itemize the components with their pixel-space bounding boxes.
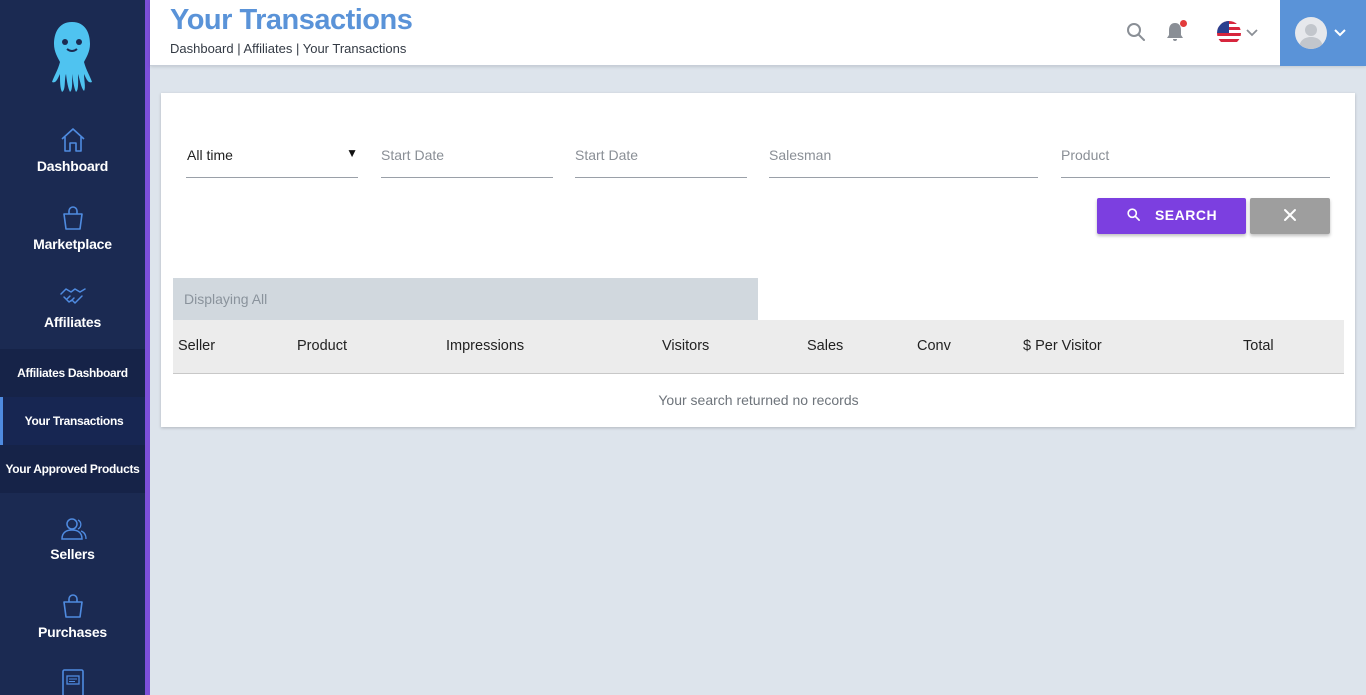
column-header-seller[interactable]: Seller	[178, 338, 215, 354]
sidebar: Dashboard Marketplace Affiliates Affilia…	[0, 0, 145, 695]
column-header-sales[interactable]: Sales	[807, 338, 843, 354]
sidebar-item-purchases[interactable]: Purchases	[0, 592, 145, 640]
start-date-field[interactable]	[381, 137, 553, 178]
column-header-visitors[interactable]: Visitors	[662, 338, 709, 354]
period-select[interactable]: All time ▼	[186, 137, 358, 178]
empty-table-message: Your search returned no records	[658, 392, 859, 408]
sidebar-item-label: Dashboard	[36, 158, 109, 174]
table-header: Seller Product Impressions Visitors Sale…	[173, 320, 1344, 374]
affiliates-submenu: Affiliates Dashboard Your Transactions Y…	[0, 349, 145, 493]
shopping-bag-icon	[62, 206, 83, 230]
caret-down-icon: ▼	[346, 146, 358, 160]
user-avatar-icon	[1299, 24, 1323, 49]
top-header: Your Transactions Dashboard | Affiliates…	[150, 0, 1366, 66]
document-icon	[61, 669, 84, 695]
sidebar-item-label: Purchases	[37, 624, 108, 640]
handshake-icon	[59, 288, 86, 304]
salesman-input[interactable]	[769, 137, 1038, 173]
salesman-field[interactable]	[769, 137, 1038, 178]
search-icon	[1127, 208, 1140, 222]
column-header-impressions[interactable]: Impressions	[446, 338, 524, 354]
us-flag-icon[interactable]	[1216, 20, 1242, 46]
sidebar-item-dashboard[interactable]: Dashboard	[0, 126, 145, 174]
product-input[interactable]	[1061, 137, 1330, 173]
sidebar-item-sellers[interactable]: Sellers	[0, 514, 145, 562]
submenu-item-your-approved-products[interactable]: Your Approved Products	[0, 445, 145, 493]
home-icon	[60, 128, 85, 152]
product-field[interactable]	[1061, 137, 1330, 178]
search-button-label: SEARCH	[1154, 206, 1218, 223]
sidebar-item-marketplace[interactable]: Marketplace	[0, 204, 145, 252]
displaying-label: Displaying All	[173, 278, 758, 320]
submenu-item-affiliates-dashboard[interactable]: Affiliates Dashboard	[0, 349, 145, 397]
breadcrumb[interactable]: Dashboard | Affiliates | Your Transactio…	[170, 41, 406, 56]
sidebar-item-label: Marketplace	[33, 236, 112, 252]
chevron-down-icon[interactable]	[1245, 26, 1259, 40]
column-header-per-visitor[interactable]: $ Per Visitor	[1023, 338, 1102, 354]
end-date-field[interactable]	[575, 137, 747, 178]
chevron-down-icon	[1334, 29, 1346, 37]
sidebar-item-label: Affiliates	[43, 314, 102, 330]
search-icon[interactable]	[1124, 20, 1148, 44]
submenu-item-your-transactions[interactable]: Your Transactions	[0, 397, 145, 445]
end-date-input[interactable]	[575, 137, 747, 173]
sidebar-accent-bar	[145, 0, 150, 695]
column-header-conv[interactable]: Conv	[917, 338, 951, 354]
sidebar-item-label: Sellers	[50, 546, 95, 562]
search-button[interactable]: SEARCH	[1097, 198, 1246, 234]
start-date-input[interactable]	[381, 137, 553, 173]
page-title: Your Transactions	[170, 4, 413, 36]
notification-dot	[1180, 20, 1187, 27]
column-header-total[interactable]: Total	[1243, 338, 1274, 354]
avatar	[1295, 17, 1327, 49]
shopping-bag-icon	[62, 594, 83, 618]
period-select-value: All time	[187, 147, 233, 163]
sidebar-item-affiliates[interactable]: Affiliates	[0, 282, 145, 330]
sidebar-item-documents[interactable]	[0, 668, 145, 695]
close-icon	[1284, 208, 1296, 221]
transactions-card: All time ▼ SEARCH Displaying All Seller …	[161, 93, 1355, 427]
user-menu[interactable]	[1280, 0, 1366, 66]
column-header-product[interactable]: Product	[297, 338, 347, 354]
users-icon	[60, 518, 87, 540]
clear-filters-button[interactable]	[1250, 198, 1330, 234]
octopus-logo-icon[interactable]	[48, 18, 96, 94]
